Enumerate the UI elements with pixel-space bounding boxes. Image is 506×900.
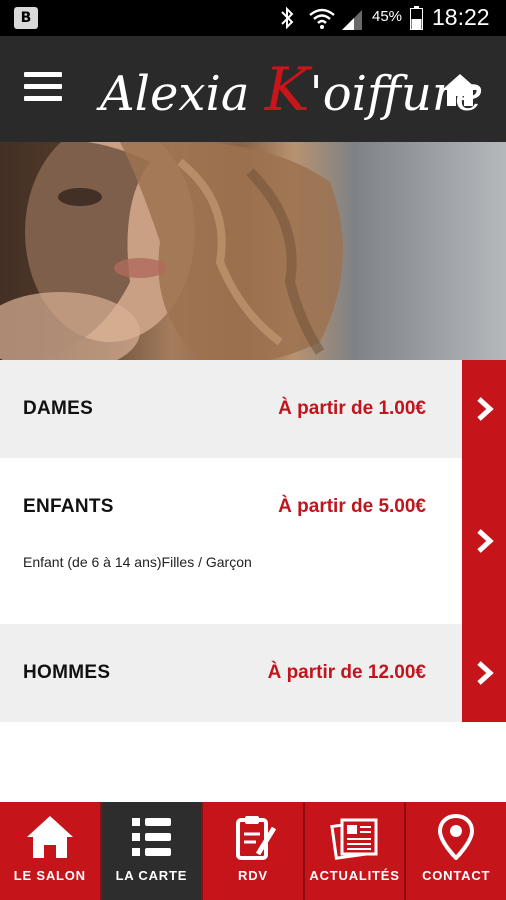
- notification-icon: B: [14, 7, 38, 29]
- menu-title: ENFANTS: [23, 496, 114, 517]
- tab-la-carte[interactable]: LA CARTE: [101, 802, 204, 900]
- tab-rdv[interactable]: RDV: [203, 802, 305, 900]
- menu-title: DAMES: [23, 398, 94, 419]
- chevron-right-icon[interactable]: [462, 458, 506, 624]
- status-bar: B 45% 18:22: [0, 0, 506, 36]
- home-icon[interactable]: [440, 72, 480, 108]
- chevron-right-icon[interactable]: [462, 624, 506, 722]
- clock: 18:22: [432, 4, 490, 30]
- clipboard-icon: [235, 816, 277, 860]
- tab-le-salon[interactable]: LE SALON: [0, 802, 102, 900]
- tab-actualites[interactable]: ACTUALITÉS: [305, 802, 407, 900]
- menu-row-enfants[interactable]: ENFANTS À partir de 5.00€ Enfant (de 6 à…: [0, 458, 506, 624]
- menu-title: HOMMES: [23, 662, 111, 683]
- wifi-icon: [309, 8, 335, 29]
- bottom-nav: LE SALON LA CARTE RDV ACTUALITÉS CONTACT: [0, 802, 506, 900]
- bluetooth-icon: [281, 6, 294, 30]
- menu-description: Enfant (de 6 à 14 ans)Filles / Garçon: [23, 554, 252, 570]
- list-icon: [132, 818, 172, 856]
- hamburger-menu-icon[interactable]: [24, 72, 62, 106]
- signal-icon: [342, 10, 362, 30]
- chevron-right-icon[interactable]: [462, 360, 506, 458]
- menu-row-dames[interactable]: DAMES À partir de 1.00€: [0, 360, 506, 458]
- battery-percent: 45%: [372, 8, 403, 25]
- menu-row-hommes[interactable]: HOMMES À partir de 12.00€: [0, 624, 506, 722]
- battery-icon: [410, 6, 423, 30]
- location-pin-icon: [438, 814, 475, 860]
- menu-price: À partir de 12.00€: [267, 662, 426, 683]
- tab-label: CONTACT: [422, 868, 491, 883]
- menu-price: À partir de 1.00€: [278, 398, 426, 419]
- hero-photo: [0, 142, 343, 360]
- tab-label: ACTUALITÉS: [309, 868, 400, 883]
- brand-logo: Alexia K'oiffure: [100, 55, 484, 125]
- tab-contact[interactable]: CONTACT: [406, 802, 506, 900]
- hero-image: [0, 142, 506, 360]
- tab-label: LA CARTE: [115, 868, 188, 883]
- menu-price: À partir de 5.00€: [278, 496, 426, 517]
- home-icon: [26, 816, 73, 858]
- tab-label: RDV: [238, 868, 268, 883]
- newspaper-icon: [329, 818, 378, 860]
- tab-label: LE SALON: [13, 868, 86, 883]
- app-header: Alexia K'oiffure: [0, 36, 506, 142]
